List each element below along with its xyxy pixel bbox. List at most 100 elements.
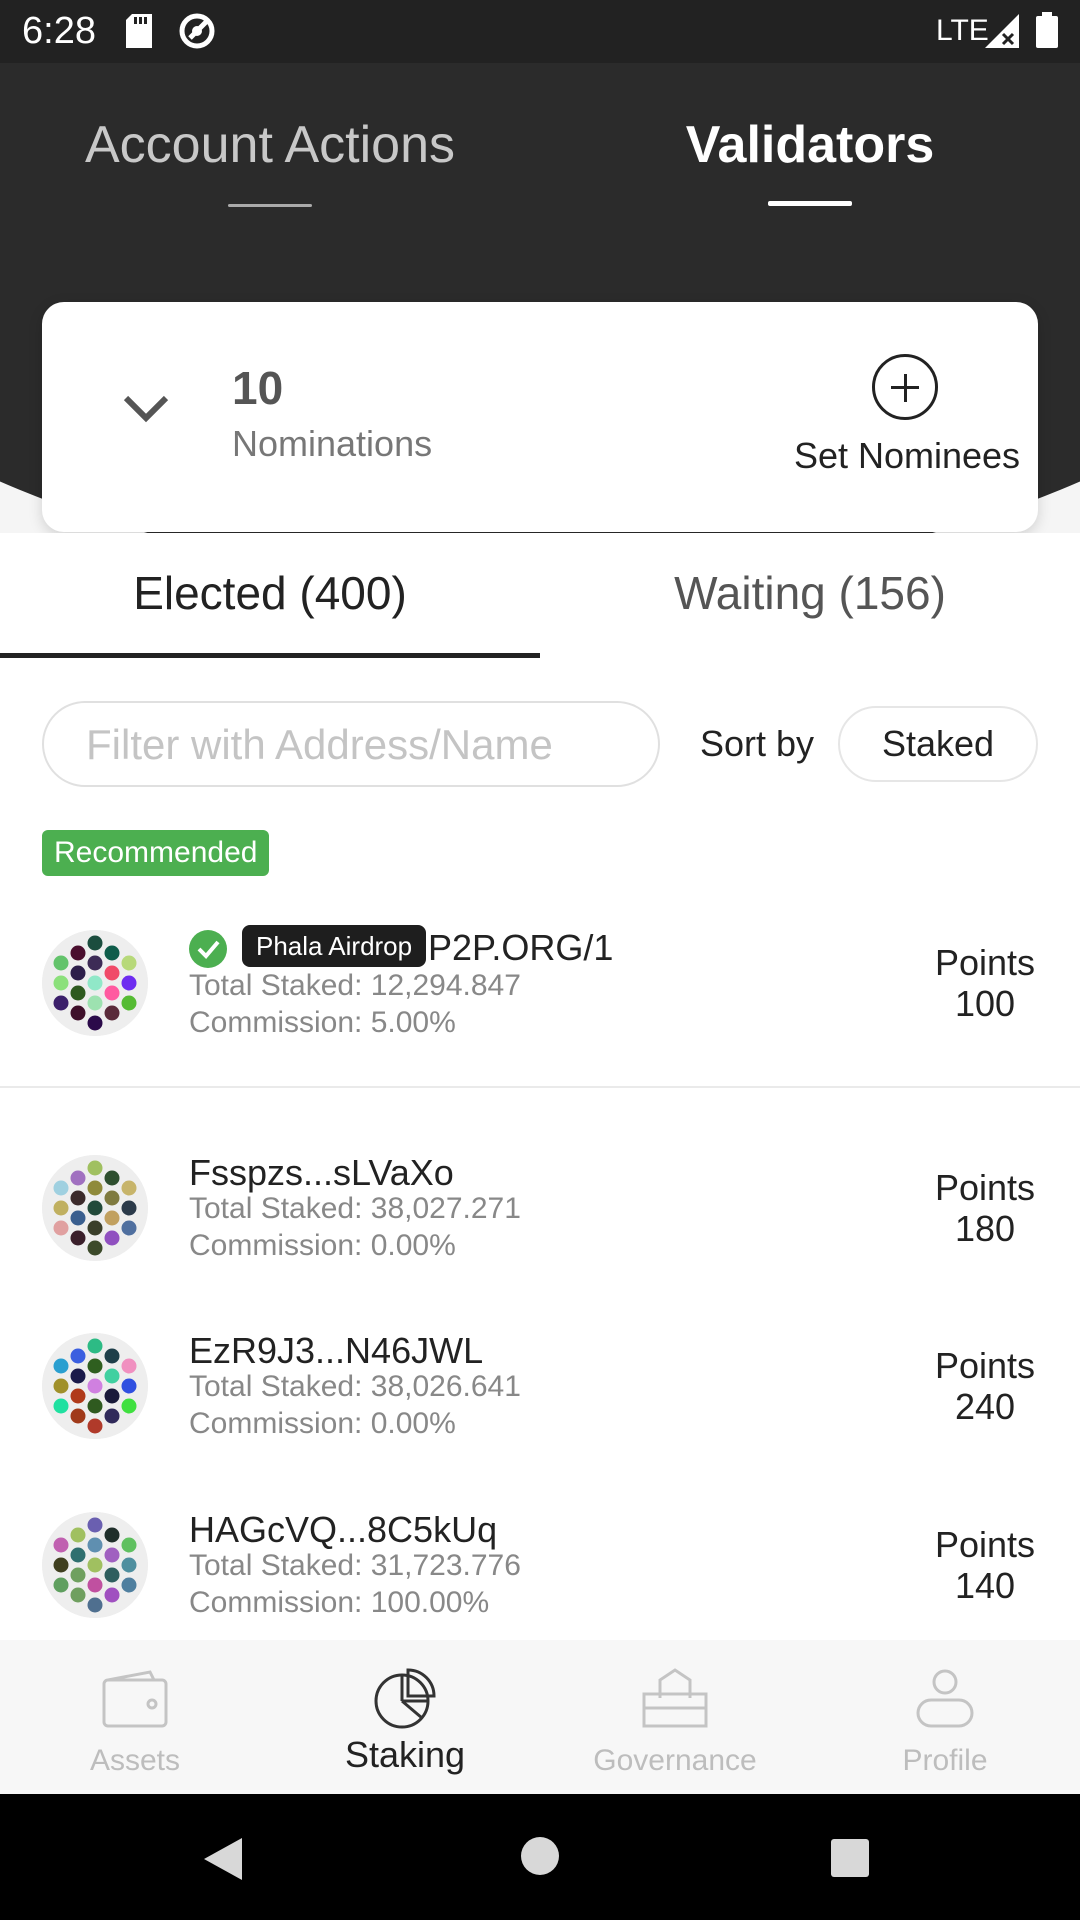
identicon-dot — [121, 1220, 137, 1236]
header: Account Actions Validators 10 Nomination… — [0, 63, 1080, 533]
identicon-dot — [104, 1527, 120, 1543]
validator-name: EzR9J3...N46JWL — [189, 1330, 484, 1371]
identicon-dot — [70, 1567, 86, 1583]
battery-icon — [1036, 12, 1058, 48]
identicon-dot — [104, 985, 120, 1001]
identicon-dot — [87, 1557, 103, 1573]
identicon-dot — [121, 1200, 137, 1216]
identicon-dot — [87, 1378, 103, 1394]
total-staked: Total Staked: 38,027.271 — [189, 1192, 521, 1225]
identicon-dot — [87, 1398, 103, 1414]
system-navigation-bar — [0, 1794, 1080, 1920]
total-staked: Total Staked: 38,026.641 — [189, 1370, 521, 1403]
validator-row[interactable]: Fsspzs...sLVaXo Total Staked: 38,027.271… — [0, 1152, 1080, 1295]
network-label: LTE — [936, 14, 989, 47]
validator-name: Fsspzs...sLVaXo — [189, 1152, 454, 1193]
nominations-label: Nominations — [232, 423, 433, 464]
sd-card-icon — [126, 14, 152, 48]
total-staked: Total Staked: 31,723.776 — [189, 1549, 521, 1582]
identicon-dot — [70, 1170, 86, 1186]
identicon-dot — [87, 1597, 103, 1613]
identicon-dot — [53, 1378, 69, 1394]
nav-governance[interactable]: Governance — [540, 1640, 810, 1794]
identicon-dot — [53, 1220, 69, 1236]
identicon-dot — [87, 1537, 103, 1553]
validator-row[interactable]: EzR9J3...N46JWL Total Staked: 38,026.641… — [0, 1330, 1080, 1473]
pie-chart-icon — [374, 1668, 436, 1729]
identicon-dot — [87, 1200, 103, 1216]
identity-tag: Phala Airdrop — [242, 925, 427, 967]
identicon-dot — [87, 1577, 103, 1593]
identicon-dot — [87, 1517, 103, 1533]
identicon-dot — [87, 995, 103, 1011]
nav-profile[interactable]: Profile — [810, 1640, 1080, 1794]
identicon-dot — [87, 1358, 103, 1374]
identicon-dot — [104, 1368, 120, 1384]
set-nominees-button[interactable]: Set Nominees — [742, 352, 1072, 502]
recents-icon[interactable] — [830, 1838, 870, 1878]
identicon-dot — [104, 1567, 120, 1583]
nominations-count: 10 — [232, 362, 284, 414]
identicon-dot — [87, 1015, 103, 1031]
nav-assets[interactable]: Assets — [0, 1640, 270, 1794]
points-value: 240 — [954, 1386, 1016, 1427]
identicon-dot — [53, 1200, 69, 1216]
identicon-dot — [104, 1408, 120, 1424]
points-value: 180 — [954, 1208, 1016, 1249]
identicon-dot — [53, 1577, 69, 1593]
identicon-dot — [104, 965, 120, 981]
back-icon[interactable] — [202, 1836, 244, 1882]
sort-button[interactable]: Staked — [838, 706, 1038, 782]
identicon-dot — [104, 1587, 120, 1603]
identicon-dot — [70, 1348, 86, 1364]
identicon-dot — [104, 1348, 120, 1364]
identicon-dot — [121, 975, 137, 991]
tab-elected[interactable]: Elected (400) — [0, 563, 540, 623]
tab-waiting[interactable]: Waiting (156) — [540, 563, 1080, 623]
chevron-down-icon[interactable] — [122, 394, 170, 424]
identicon-dot — [70, 985, 86, 1001]
status-time: 6:28 — [22, 10, 96, 52]
bottom-navigation: Assets Staking Governance Profile — [0, 1640, 1080, 1794]
identicon-dot — [53, 955, 69, 971]
identicon-dot — [70, 1388, 86, 1404]
identicon-dot — [87, 1220, 103, 1236]
nav-staking[interactable]: Staking — [270, 1640, 540, 1794]
identicon-dot — [70, 1210, 86, 1226]
filter-field[interactable] — [42, 701, 660, 787]
identicon-dot — [70, 1547, 86, 1563]
commission: Commission: 0.00% — [189, 1407, 456, 1440]
points-label: Points — [934, 1167, 1036, 1208]
points-label: Points — [934, 1524, 1036, 1565]
identicon-dot — [70, 1408, 86, 1424]
identicon-dot — [87, 1418, 103, 1434]
identicon-avatar — [42, 1333, 148, 1439]
identicon-dot — [53, 995, 69, 1011]
profile-icon — [916, 1669, 974, 1728]
tab-validators-indicator — [768, 201, 852, 206]
home-icon[interactable] — [520, 1836, 560, 1876]
validator-row[interactable]: Phala Airdrop P2P.ORG/1 Total Staked: 12… — [0, 925, 1080, 1070]
identicon-dot — [121, 1180, 137, 1196]
identicon-dot — [70, 1587, 86, 1603]
identicon-dot — [87, 955, 103, 971]
identicon-dot — [104, 1388, 120, 1404]
status-bar: 6:28 LTE — [0, 0, 1080, 63]
identicon-dot — [121, 955, 137, 971]
validator-row[interactable]: HAGcVQ...8C5kUq Total Staked: 31,723.776… — [0, 1509, 1080, 1652]
identicon-dot — [104, 1005, 120, 1021]
total-staked: Total Staked: 12,294.847 — [189, 969, 521, 1002]
nav-assets-label: Assets — [89, 1744, 181, 1777]
identicon-dot — [104, 1230, 120, 1246]
tab-validators[interactable]: Validators — [620, 113, 1000, 177]
identicon-dot — [53, 1180, 69, 1196]
tab-account-actions[interactable]: Account Actions — [40, 113, 500, 177]
identicon-dot — [70, 1190, 86, 1206]
identicon-dot — [104, 945, 120, 961]
tab-elected-indicator — [0, 653, 540, 658]
identicon-dot — [104, 1170, 120, 1186]
commission: Commission: 100.00% — [189, 1586, 490, 1619]
filter-input[interactable] — [84, 715, 644, 775]
nav-staking-label: Staking — [344, 1734, 466, 1775]
validator-name: HAGcVQ...8C5kUq — [189, 1509, 498, 1550]
